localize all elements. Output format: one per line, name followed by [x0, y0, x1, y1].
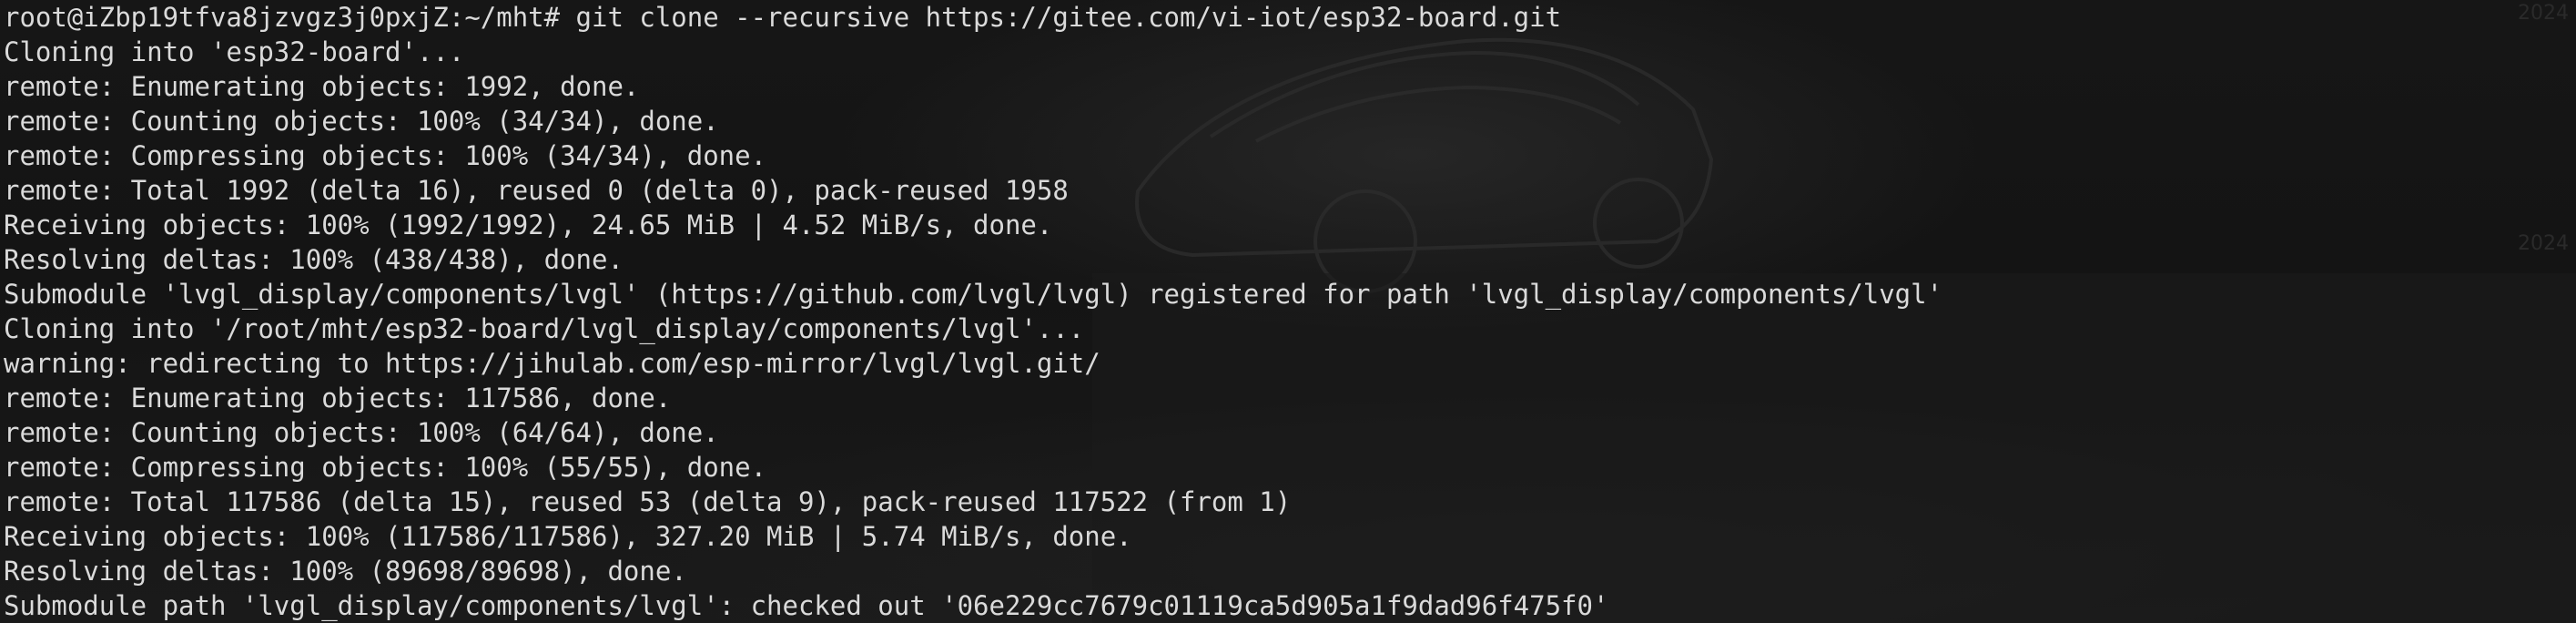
wallpaper-watermark-top: 2024: [2518, 2, 2569, 25]
output-line: warning: redirecting to https://jihulab.…: [4, 348, 1100, 379]
output-line: remote: Enumerating objects: 1992, done.: [4, 71, 640, 102]
output-line: Cloning into 'esp32-board'...: [4, 36, 465, 67]
terminal-output[interactable]: root@iZbp19tfva8jzvgz3j0pxjZ:~/mht# git …: [4, 0, 1942, 623]
terminal-window[interactable]: 2024 2024 root@iZbp19tfva8jzvgz3j0pxjZ:~…: [0, 0, 2576, 623]
output-line: remote: Enumerating objects: 117586, don…: [4, 383, 672, 414]
output-line: remote: Counting objects: 100% (64/64), …: [4, 417, 719, 448]
output-line: remote: Compressing objects: 100% (55/55…: [4, 452, 767, 483]
output-line: remote: Compressing objects: 100% (34/34…: [4, 140, 767, 171]
output-line: Receiving objects: 100% (117586/117586),…: [4, 521, 1132, 552]
output-line: Submodule 'lvgl_display/components/lvgl'…: [4, 279, 1943, 310]
output-line: remote: Total 1992 (delta 16), reused 0 …: [4, 175, 1069, 206]
output-line: Receiving objects: 100% (1992/1992), 24.…: [4, 209, 1053, 240]
output-line: Cloning into '/root/mht/esp32-board/lvgl…: [4, 313, 1085, 344]
output-line: remote: Counting objects: 100% (34/34), …: [4, 106, 719, 137]
output-line: Submodule path 'lvgl_display/components/…: [4, 590, 1609, 621]
output-line: remote: Total 117586 (delta 15), reused …: [4, 486, 1292, 517]
output-line: Resolving deltas: 100% (438/438), done.: [4, 244, 624, 275]
prompt-command-line: root@iZbp19tfva8jzvgz3j0pxjZ:~/mht# git …: [4, 2, 1562, 33]
wallpaper-watermark-mid: 2024: [2518, 232, 2569, 255]
output-line: Resolving deltas: 100% (89698/89698), do…: [4, 556, 687, 587]
